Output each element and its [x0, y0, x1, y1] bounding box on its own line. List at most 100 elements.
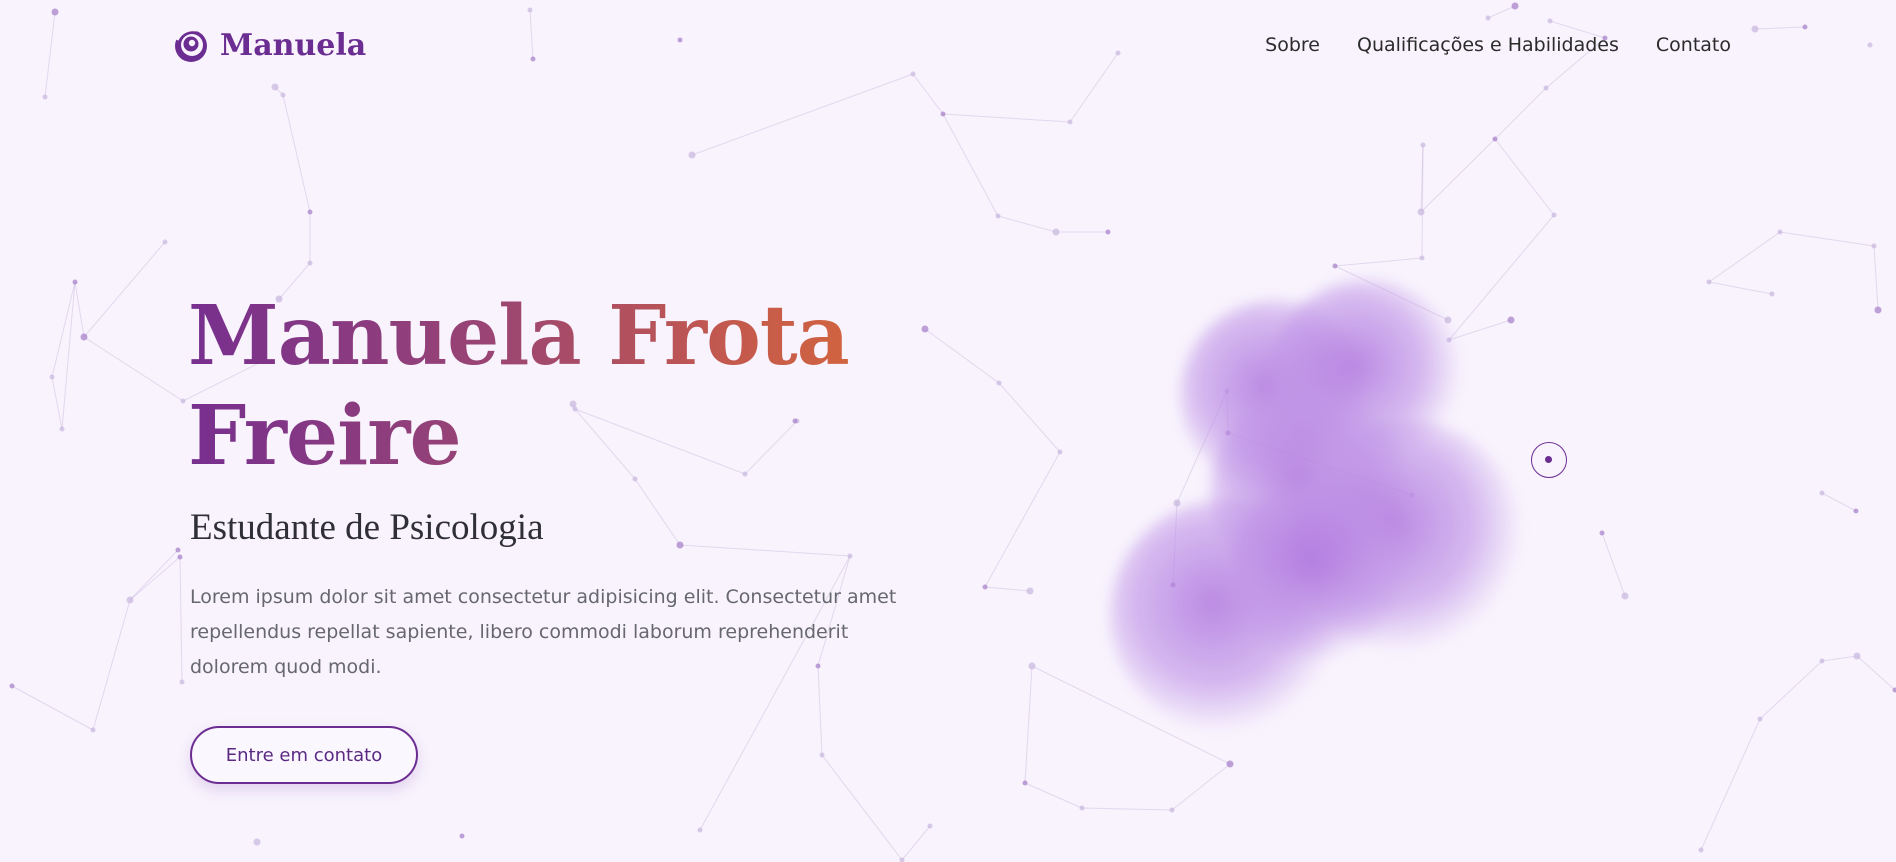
network-link: [61, 281, 76, 430]
landing-page: Manuela Sobre Qualificações e Habilidade…: [0, 0, 1896, 862]
network-node: [1551, 212, 1557, 218]
main-nav: Sobre Qualificações e Habilidades Contat…: [1228, 34, 1731, 56]
network-link: [1494, 87, 1547, 140]
network-node: [162, 239, 168, 245]
network-link: [1420, 138, 1496, 213]
network-node: [697, 827, 703, 833]
network-node: [995, 213, 1001, 219]
network-node: [177, 554, 183, 560]
network-link: [74, 281, 85, 338]
network-link: [901, 825, 931, 861]
hero-subtitle: Estudante de Psicologia: [190, 507, 544, 548]
network-node: [1853, 652, 1861, 660]
network-link: [634, 478, 681, 546]
site-header: Manuela Sobre Qualificações e Habilidade…: [0, 0, 1896, 92]
hero-title-line2: Freire: [188, 388, 461, 484]
network-link: [1873, 245, 1879, 311]
network-node: [9, 683, 15, 689]
network-link: [83, 241, 166, 338]
network-node: [1599, 530, 1605, 536]
nav-link-sobre[interactable]: Sobre: [1265, 34, 1320, 56]
network-node: [1757, 716, 1763, 722]
network-link: [1081, 807, 1173, 811]
network-node: [1698, 847, 1704, 853]
network-node: [1105, 229, 1111, 235]
cursor-dot: [1545, 456, 1552, 463]
network-node: [1777, 229, 1783, 235]
network-node: [179, 679, 185, 685]
hero-title: Manuela Frota Freire: [188, 286, 948, 486]
network-node: [1226, 760, 1234, 768]
network-link: [1708, 281, 1773, 295]
network-node: [1819, 658, 1825, 664]
contact-button[interactable]: Entre em contato: [190, 726, 418, 784]
network-node: [42, 94, 48, 100]
network-node: [280, 92, 286, 98]
network-node: [72, 279, 78, 285]
network-node: [1079, 805, 1085, 811]
network-node: [1621, 592, 1629, 600]
network-link: [92, 599, 131, 731]
network-node: [126, 596, 134, 604]
network-node: [1057, 449, 1063, 455]
network-link: [129, 549, 179, 601]
spiral-logo-icon: [175, 28, 207, 62]
network-node: [927, 823, 933, 829]
network-link: [179, 556, 183, 683]
network-node: [676, 541, 684, 549]
network-link: [1821, 492, 1857, 512]
network-link: [51, 376, 63, 430]
network-node: [80, 333, 88, 341]
logo-link[interactable]: Manuela: [173, 26, 366, 64]
network-node: [180, 398, 186, 404]
hero-title-line1: Manuela Frota: [188, 288, 849, 384]
network-link: [129, 556, 181, 601]
network-node: [1874, 306, 1882, 314]
network-link: [1821, 655, 1858, 662]
network-node: [1819, 490, 1825, 496]
network-node: [1871, 243, 1877, 249]
network-node: [59, 426, 65, 432]
network-node: [253, 838, 261, 846]
network-node: [940, 111, 946, 117]
decorative-blob-cluster: [1080, 260, 1540, 760]
network-node: [1769, 291, 1775, 297]
network-link: [1494, 138, 1555, 216]
network-link: [11, 685, 94, 731]
nav-link-contato[interactable]: Contato: [1656, 34, 1731, 56]
network-link: [998, 382, 1061, 453]
nav-link-qualificacoes[interactable]: Qualificações e Habilidades: [1357, 34, 1619, 56]
network-node: [175, 547, 181, 553]
network-link: [679, 544, 851, 557]
network-link: [821, 754, 903, 861]
network-link: [83, 336, 184, 402]
network-link: [1759, 660, 1823, 720]
network-node: [90, 727, 96, 733]
network-node: [307, 260, 313, 266]
network-node: [847, 553, 853, 559]
network-node: [819, 752, 825, 758]
network-link: [1708, 231, 1781, 283]
brand-name: Manuela: [220, 27, 367, 63]
network-link: [1856, 655, 1896, 691]
network-node: [996, 380, 1002, 386]
network-link: [51, 281, 76, 378]
network-link: [1779, 231, 1875, 247]
cursor-ring: [1531, 442, 1567, 478]
network-node: [459, 833, 465, 839]
network-link: [1700, 718, 1761, 851]
network-node: [982, 584, 988, 590]
network-link: [984, 586, 1031, 592]
network-node: [1853, 508, 1859, 514]
network-node: [1026, 587, 1034, 595]
network-link: [984, 451, 1061, 588]
network-link: [942, 113, 999, 217]
hero-description: Lorem ipsum dolor sit amet consectetur a…: [190, 586, 897, 678]
network-link: [1024, 665, 1033, 784]
network-node: [1169, 807, 1175, 813]
network-link: [997, 215, 1057, 233]
blob: [1230, 480, 1410, 660]
network-node: [1022, 780, 1028, 786]
network-node: [1706, 279, 1712, 285]
network-node: [307, 209, 313, 215]
